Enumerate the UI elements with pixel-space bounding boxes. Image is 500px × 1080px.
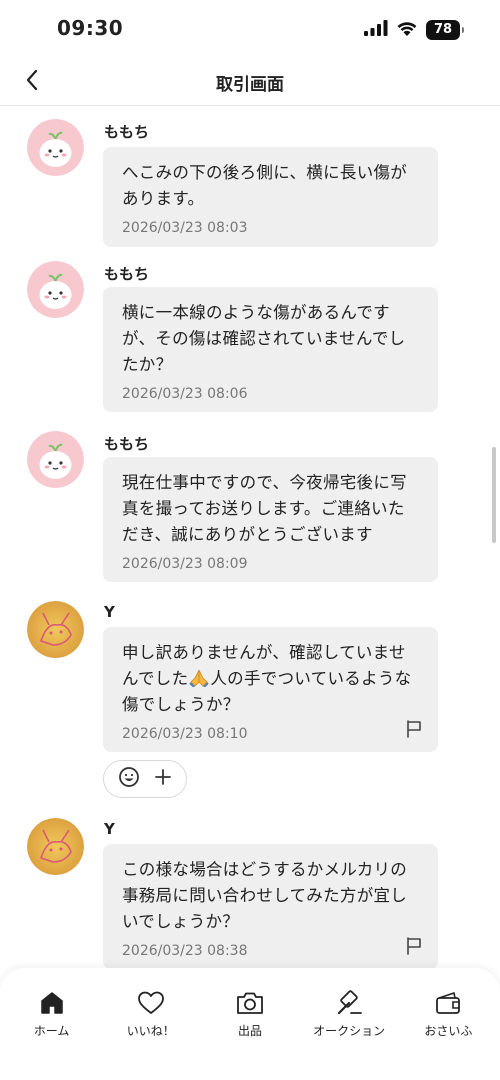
- flag-icon[interactable]: [406, 937, 422, 955]
- sender-name: Y: [104, 603, 115, 621]
- status-icons: 78: [364, 18, 464, 42]
- tab-label: オークション: [313, 1024, 386, 1038]
- smiley-icon: [118, 766, 140, 792]
- tab-wallet[interactable]: おさいふ: [399, 968, 497, 1080]
- yellow-character-avatar[interactable]: [27, 601, 84, 658]
- message-time: 2026/03/23 08:10: [122, 726, 248, 742]
- nav-bar: 取引画面: [0, 58, 500, 106]
- yellow-character-avatar[interactable]: [27, 818, 84, 875]
- cartoon-avatar[interactable]: [27, 119, 84, 176]
- tab-likes[interactable]: いいね！: [102, 968, 200, 1080]
- sender-name: ももち: [104, 123, 150, 141]
- tab-label: いいね！: [126, 1024, 175, 1038]
- chat-area[interactable]: ももち へこみの下の後ろ側に、横に長い傷があります。 2026/03/23 08…: [0, 107, 500, 972]
- page-title: 取引画面: [216, 75, 284, 95]
- message-text: 申し訳ありませんが、確認していませんでした 人の手でついているような傷でしょうか…: [122, 640, 418, 718]
- tab-sell[interactable]: 出品: [201, 968, 299, 1080]
- bottom-tab-bar: ホーム いいね！ 出品 オークション おさいふ: [0, 968, 500, 1080]
- tab-label: おさいふ: [424, 1024, 473, 1038]
- plus-icon: [154, 768, 172, 790]
- message-time: 2026/03/23 08:06: [122, 386, 248, 402]
- camera-icon: [235, 988, 265, 1018]
- heart-icon: [136, 988, 166, 1018]
- message-time: 2026/03/23 08:38: [122, 943, 248, 959]
- message-bubble[interactable]: へこみの下の後ろ側に、横に長い傷があります。 2026/03/23 08:03: [103, 147, 438, 247]
- cartoon-avatar[interactable]: [27, 261, 84, 318]
- message-bubble[interactable]: この様な場合はどうするかメルカリの事務局に問い合わせしてみた方が宜しいでしょうか…: [103, 844, 438, 969]
- sender-name: ももち: [104, 435, 150, 453]
- folded-hands-emoji: [188, 667, 210, 688]
- sender-name: ももち: [104, 265, 150, 283]
- add-reaction-button[interactable]: [103, 760, 187, 798]
- message-text: 現在仕事中ですので、今夜帰宅後に写真を撮ってお送りします。ご連絡いただき、誠にあ…: [122, 473, 407, 544]
- message-text: この様な場合はどうするかメルカリの事務局に問い合わせしてみた方が宜しいでしょうか…: [122, 860, 408, 931]
- scrollbar[interactable]: [492, 447, 496, 543]
- message-bubble[interactable]: 横に一本線のような傷があるんですが、その傷は確認されていませんでしたか？ 202…: [103, 287, 438, 412]
- signal-icon: [364, 20, 388, 40]
- gavel-icon: [334, 988, 364, 1018]
- message-time: 2026/03/23 08:09: [122, 556, 248, 572]
- status-bar: 09:30 78: [0, 0, 500, 60]
- tab-auction[interactable]: オークション: [300, 968, 398, 1080]
- battery-icon: 78: [426, 20, 464, 40]
- message-bubble[interactable]: 現在仕事中ですので、今夜帰宅後に写真を撮ってお送りします。ご連絡いただき、誠にあ…: [103, 457, 438, 582]
- wifi-icon: [396, 20, 418, 41]
- home-icon: [37, 988, 67, 1018]
- tab-label: 出品: [237, 1024, 262, 1038]
- sender-name: Y: [104, 820, 115, 838]
- message-time: 2026/03/23 08:03: [122, 220, 248, 236]
- message-text: 横に一本線のような傷があるんですが、その傷は確認されていませんでしたか？: [122, 303, 406, 374]
- cartoon-avatar[interactable]: [27, 431, 84, 488]
- message-bubble[interactable]: 申し訳ありませんが、確認していませんでした 人の手でついているような傷でしょうか…: [103, 627, 438, 752]
- tab-label: ホーム: [33, 1024, 70, 1038]
- flag-icon[interactable]: [406, 720, 422, 738]
- message-text: へこみの下の後ろ側に、横に長い傷があります。: [122, 163, 408, 208]
- status-time: 09:30: [57, 16, 124, 40]
- wallet-icon: [433, 988, 463, 1018]
- tab-home[interactable]: ホーム: [3, 968, 101, 1080]
